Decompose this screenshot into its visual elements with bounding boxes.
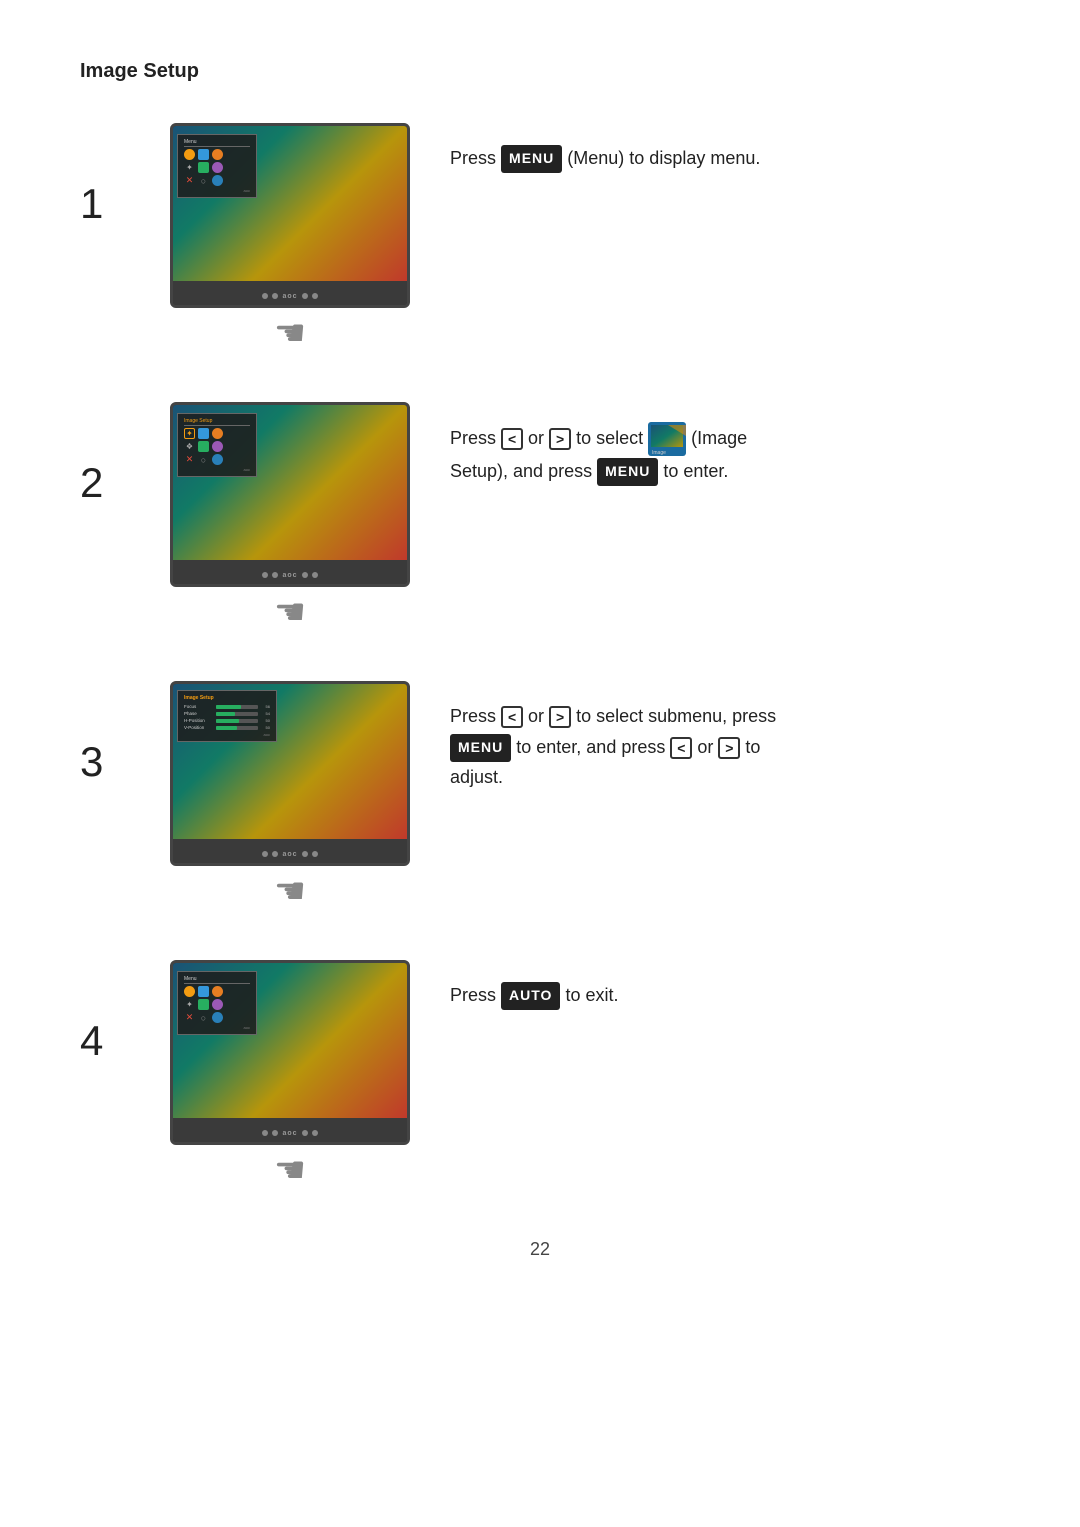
step-4-number: 4 <box>80 1020 130 1062</box>
svg-text:Image: Image <box>652 450 666 456</box>
step-2-or: or <box>528 428 544 448</box>
left-arrow-3a: < <box>501 706 523 728</box>
step-3-visual: Image Setup Focus 56 Phase <box>160 681 420 912</box>
monitor-2-bottom: aoc <box>173 560 407 587</box>
step-3-to-select-sub: to select submenu, press <box>576 706 776 726</box>
step-1-visual: Menu ✦ ✕ ○ aoc <box>160 123 420 354</box>
step-2-to-enter: to enter. <box>663 461 728 481</box>
step-2-image-setup-label: (Image <box>691 428 747 448</box>
step-4-visual: Menu ✦ ✕ ○ aoc <box>160 960 420 1191</box>
step-3-description: Press < or > to select submenu, press ME… <box>450 681 1000 793</box>
auto-key: AUTO <box>501 982 560 1010</box>
step-3-row: 3 Image Setup Focus 56 Phase <box>80 681 1000 912</box>
monitor-2-screen: Image Setup ✦ ❖ ✕ ○ aoc <box>173 405 407 560</box>
right-arrow-2: > <box>549 428 571 450</box>
menu-overlay-4: Menu ✦ ✕ ○ aoc <box>177 971 257 1035</box>
step-1-row: 1 Menu ✦ ✕ ○ <box>80 123 1000 354</box>
menu-key-1: MENU <box>501 145 562 173</box>
monitor-1-bottom: aoc <box>173 281 407 308</box>
step-3-to-enter: to enter, and press <box>516 737 670 757</box>
hand-pointer-2: ☚ <box>274 591 306 633</box>
page-number: 22 <box>80 1239 1000 1260</box>
right-arrow-3a: > <box>549 706 571 728</box>
step-2-number: 2 <box>80 462 130 504</box>
hand-pointer-1: ☚ <box>274 312 306 354</box>
step-1-description: Press MENU (Menu) to display menu. <box>450 123 1000 174</box>
step-4-description: Press AUTO to exit. <box>450 960 1000 1011</box>
monitor-1: Menu ✦ ✕ ○ aoc <box>170 123 410 308</box>
monitor-4-bottom: aoc <box>173 1118 407 1145</box>
page-container: Image Setup 1 Menu ✦ <box>0 0 1080 1340</box>
step-4-press: Press <box>450 985 496 1005</box>
submenu-overlay: Image Setup Focus 56 Phase <box>177 690 277 742</box>
monitor-2: Image Setup ✦ ❖ ✕ ○ aoc <box>170 402 410 587</box>
step-2-to-select: to select <box>576 428 648 448</box>
monitor-3-screen: Image Setup Focus 56 Phase <box>173 684 407 839</box>
step-2-visual: Image Setup ✦ ❖ ✕ ○ aoc <box>160 402 420 633</box>
monitor-4-screen: Menu ✦ ✕ ○ aoc <box>173 963 407 1118</box>
step-2-press: Press <box>450 428 496 448</box>
menu-key-2: MENU <box>597 458 658 486</box>
step-3-number: 3 <box>80 741 130 783</box>
monitor-4: Menu ✦ ✕ ○ aoc <box>170 960 410 1145</box>
step-1-rest: (Menu) to display menu. <box>567 148 760 168</box>
right-arrow-3b: > <box>718 737 740 759</box>
monitor-1-screen: Menu ✦ ✕ ○ aoc <box>173 126 407 281</box>
menu-key-3: MENU <box>450 734 511 762</box>
menu-overlay-2: Image Setup ✦ ❖ ✕ ○ aoc <box>177 413 257 477</box>
monitor-3: Image Setup Focus 56 Phase <box>170 681 410 866</box>
step-3-adjust: adjust. <box>450 767 503 787</box>
step-2-description: Press < or > to select <box>450 402 1000 487</box>
step-1-press: Press <box>450 148 496 168</box>
step-3-or1: or <box>528 706 549 726</box>
step-2-row: 2 Image Setup ✦ ❖ ✕ ○ <box>80 402 1000 633</box>
step-2-setup-label: Setup), and press <box>450 461 597 481</box>
step-4-to-exit: to exit. <box>565 985 618 1005</box>
left-arrow-2: < <box>501 428 523 450</box>
menu-overlay-1: Menu ✦ ✕ ○ aoc <box>177 134 257 198</box>
image-setup-icon: Image <box>648 422 686 456</box>
monitor-3-bottom: aoc <box>173 839 407 866</box>
hand-pointer-4: ☚ <box>274 1149 306 1191</box>
step-3-or2: or <box>697 737 718 757</box>
step-3-press: Press <box>450 706 496 726</box>
step-1-number: 1 <box>80 183 130 225</box>
step-3-to: to <box>745 737 760 757</box>
left-arrow-3b: < <box>670 737 692 759</box>
page-title: Image Setup <box>80 60 1000 83</box>
hand-pointer-3: ☚ <box>274 870 306 912</box>
step-4-row: 4 Menu ✦ ✕ ○ <box>80 960 1000 1191</box>
